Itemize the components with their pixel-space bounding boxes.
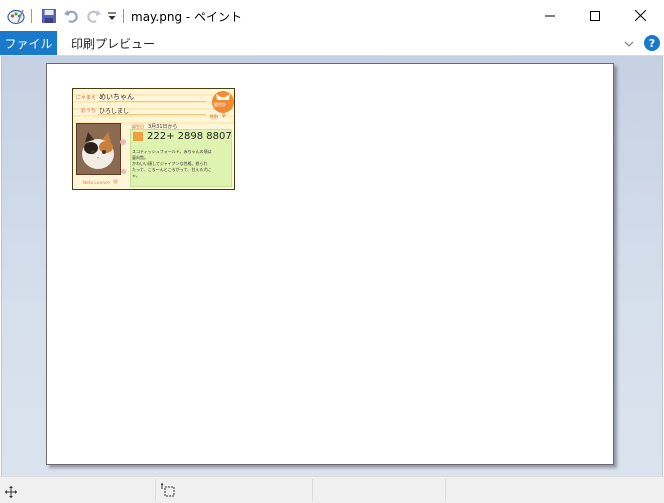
card-gender: ♀ <box>222 113 226 119</box>
fish-icon <box>133 132 143 141</box>
card-name-label: にゃまえ <box>76 95 97 101</box>
ribbon: ファイル 印刷プレビュー ? <box>0 31 664 56</box>
cursor-position-icon <box>5 483 17 502</box>
paw-decoration <box>120 139 126 145</box>
maximize-button[interactable] <box>572 0 618 31</box>
status-separator <box>312 479 313 501</box>
selection-size-icon <box>160 482 175 501</box>
save-icon[interactable] <box>41 6 59 26</box>
paw-decoration <box>121 169 126 174</box>
help-icon[interactable]: ? <box>644 35 660 51</box>
redo-icon[interactable] <box>86 6 104 26</box>
cat-license-card-image: にゃまえ めいちゃん おうち ひろしまし 猫免許 性別 ♀ 誕生日 3月31日か… <box>72 88 235 190</box>
status-separator <box>155 479 156 501</box>
chevron-down-icon[interactable] <box>622 36 636 50</box>
divider <box>98 101 206 102</box>
tab-print-preview[interactable]: 印刷プレビュー <box>71 35 155 52</box>
file-tab[interactable]: ファイル <box>0 31 57 55</box>
card-footer: Neko Licence <box>83 180 110 185</box>
status-separator <box>445 479 446 501</box>
card-seal-text: 猫免許 <box>214 102 226 107</box>
minimize-button[interactable] <box>527 0 573 31</box>
customize-quick-access-icon[interactable] <box>107 6 119 26</box>
qa-separator <box>123 6 125 26</box>
qa-separator <box>31 6 33 26</box>
paw-decoration <box>113 179 118 184</box>
card-home-label: おうち <box>81 108 97 114</box>
title-bar: may.png - ペイント <box>0 0 664 31</box>
cat-photo <box>76 123 121 175</box>
card-gender-label: 性別 <box>210 114 218 119</box>
divider <box>98 114 206 115</box>
status-bar <box>0 476 664 503</box>
card-bio: スコティッシュフォールド。赤ちゃんの頃は 裏向覧。 かわいい顔してジャイアンな性… <box>132 149 212 178</box>
window-title: may.png - ペイント <box>131 10 243 24</box>
undo-icon[interactable] <box>63 6 81 26</box>
close-button[interactable] <box>617 0 663 31</box>
paint-app-icon[interactable] <box>6 6 26 26</box>
card-number: 222+ 2898 8807 <box>147 131 232 142</box>
